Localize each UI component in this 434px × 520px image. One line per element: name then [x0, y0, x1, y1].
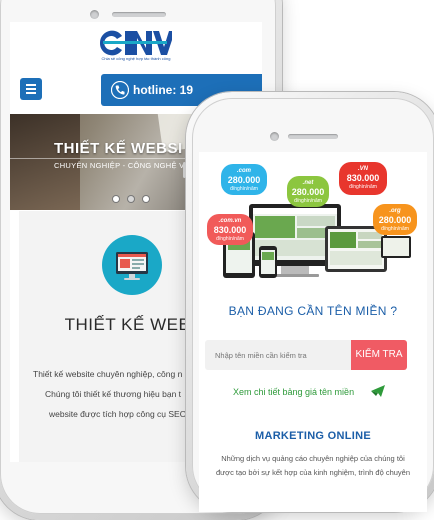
service-text-line: website được tích hợp công cụ SEO [49, 409, 187, 419]
domain-heading: BẠN ĐANG CẦN TÊN MIỀN ? [228, 304, 398, 318]
hotline-label: hotline: 19 [133, 83, 194, 97]
service-text-line: Thiết kế website chuyên nghiệp, công n [33, 369, 183, 379]
slider-dot-2[interactable] [128, 196, 134, 202]
domain-search-input[interactable] [205, 340, 351, 370]
screen-right: .com 280.000 đ/nghìn/năm .net 280.000 đ/nghì… [199, 152, 427, 512]
domain-price-tag: .com.vn 830.000 đ/nghìn/năm [207, 214, 253, 245]
check-domain-button[interactable]: KIỂM TRA [351, 340, 407, 370]
service-text-line: Chúng tôi thiết kế thương hiệu bạn t [45, 389, 182, 399]
slider-dot-3[interactable] [143, 196, 149, 202]
domain-pricing-illustration: .com 280.000 đ/nghìn/năm .net 280.000 đ/nghì… [207, 162, 419, 282]
domain-price-tag: .org 280.000 đ/nghìn/năm [373, 204, 417, 235]
banner-title: THIẾT KẾ WEBSI [54, 140, 183, 157]
logo-tagline: Chia sẻ công nghệ hợp tác thành công [101, 56, 171, 61]
front-camera [270, 132, 279, 141]
domain-price-tag: .VN 830.000 đ/nghìn/năm [339, 162, 387, 195]
slider-dot-1[interactable] [113, 196, 119, 202]
price-table-link[interactable]: Xem chi tiết bảng giá tên miền [233, 387, 354, 397]
domain-price-tag: .com 280.000 đ/nghìn/năm [221, 164, 267, 195]
speaker-grille [112, 12, 166, 17]
speaker-grille [288, 134, 338, 139]
hamburger-menu-button[interactable] [20, 78, 42, 100]
phone-icon [111, 81, 129, 99]
paper-plane-icon [371, 385, 385, 397]
cnv-logo [99, 30, 172, 56]
phone-frame-right: .com 280.000 đ/nghìn/năm .net 280.000 đ/nghì… [183, 92, 434, 512]
mute-switch [183, 162, 186, 178]
domain-price-tag: .net 280.000 đ/nghìn/năm [287, 176, 329, 207]
service-icon-circle [102, 235, 162, 295]
banner-subtitle: CHUYÊN NGHIỆP - CÔNG NGHỆ V [54, 161, 185, 170]
marketing-text-line: được tạo bởi sự kết hợp của kinh nghiệm,… [215, 468, 411, 477]
marketing-text-line: Những dịch vụ quảng cáo chuyên nghiệp củ… [221, 454, 405, 463]
front-camera [90, 10, 99, 19]
monitor-website-icon [116, 252, 148, 280]
marketing-heading: MARKETING ONLINE [254, 430, 372, 442]
